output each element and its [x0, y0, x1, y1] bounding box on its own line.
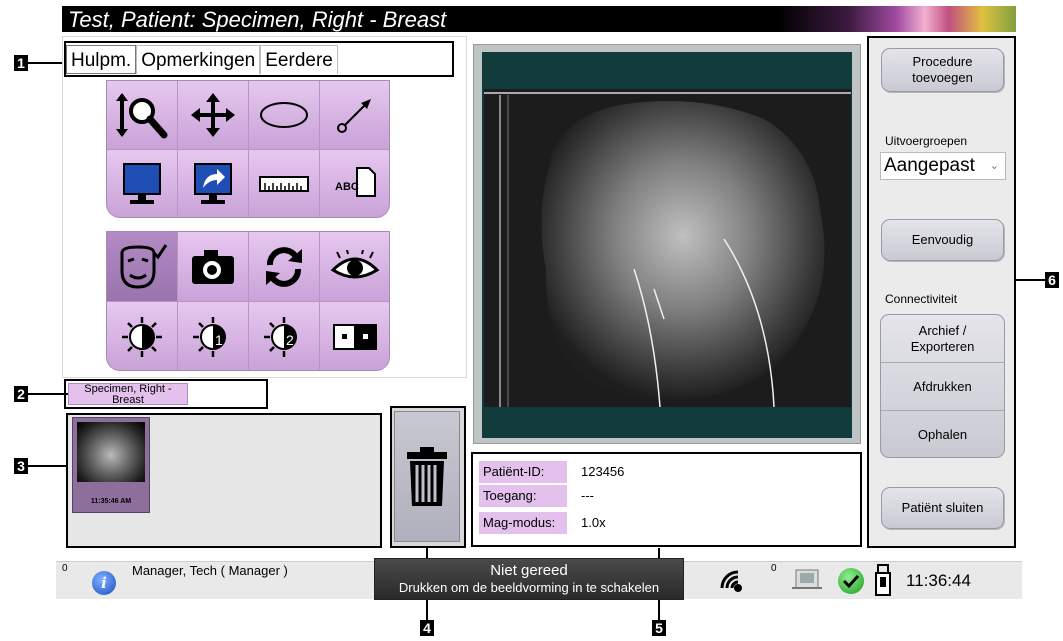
callout-6-line — [1016, 279, 1045, 281]
face-check-icon — [120, 243, 168, 289]
split-view-icon — [333, 323, 377, 350]
wireless-icon[interactable] — [716, 566, 746, 599]
contrast-1-tool[interactable]: 1 — [178, 302, 249, 370]
usb-device-icon[interactable] — [874, 563, 892, 602]
split-view-tool[interactable] — [320, 302, 389, 370]
delete-button[interactable] — [394, 411, 460, 542]
contrast-2-icon: 2 — [264, 316, 297, 357]
trash-icon — [407, 446, 447, 506]
queue-count: 0 — [771, 563, 777, 574]
ellipse-tool[interactable] — [249, 81, 320, 150]
callout-4: 4 — [420, 620, 434, 636]
print-button[interactable]: Afdrukken — [881, 363, 1004, 411]
connectivity-group: Archief / Exporteren Afdrukken Ophalen — [880, 314, 1005, 458]
ellipse-icon — [260, 102, 308, 128]
contrast-icon — [122, 316, 162, 357]
callout-1-line — [28, 62, 66, 64]
text-annotation-tool[interactable]: ABC — [320, 150, 389, 217]
callout-3: 3 — [14, 458, 28, 474]
flower-banner — [776, 6, 1016, 32]
monitor-tool[interactable] — [107, 150, 178, 217]
not-ready-button[interactable]: Niet gereed Drukken om de beeldvorming i… — [374, 558, 684, 600]
pan-icon — [191, 93, 235, 137]
text-annotation-label: ABC — [335, 181, 359, 193]
not-ready-label: Niet gereed — [490, 562, 568, 579]
mag-mode-value: 1.0x — [581, 515, 606, 530]
ruler-icon — [259, 176, 309, 192]
face-check-tool[interactable] — [107, 232, 178, 302]
contrast-1-icon: 1 — [193, 316, 226, 357]
arrow-icon — [337, 99, 371, 133]
send-to-monitor-tool[interactable] — [178, 150, 249, 217]
alerts-count: 0 — [62, 563, 68, 574]
contrast-2-digit: 2 — [286, 332, 294, 348]
simple-button[interactable]: Eenvoudig — [881, 219, 1004, 261]
monitor-icon — [123, 163, 161, 204]
title-bar: Test, Patient: Specimen, Right - Breast — [62, 6, 1016, 32]
image-thumbnail[interactable]: 11:35:46 AM — [72, 417, 150, 513]
patient-id-label: Patiënt-ID: — [479, 461, 567, 483]
contrast-tool[interactable] — [107, 302, 178, 370]
output-group-select[interactable]: Aangepast ⌄ — [880, 152, 1006, 180]
eye-icon — [330, 249, 380, 278]
tool-grid-1: ABC — [106, 80, 390, 218]
arrow-tool[interactable] — [320, 81, 389, 150]
rotate-tool[interactable] — [249, 232, 320, 302]
archive-export-button[interactable]: Archief / Exporteren — [881, 315, 1004, 363]
eye-tool[interactable] — [320, 232, 389, 302]
close-patient-button[interactable]: Patiënt sluiten — [881, 487, 1004, 529]
not-ready-hint: Drukken om de beeldvorming in te schakel… — [398, 580, 660, 595]
accession-value: --- — [581, 488, 594, 503]
callout-3-line — [28, 465, 66, 467]
patient-id-value: 123456 — [581, 464, 625, 479]
archive-export-label: Archief / Exporteren — [910, 322, 975, 354]
ruler-tool[interactable] — [249, 150, 320, 217]
zoom-tool[interactable] — [107, 81, 178, 150]
chevron-down-icon: ⌄ — [989, 160, 999, 172]
tool-grid-2: 1 2 — [106, 231, 390, 371]
mag-mode-label: Mag-modus: — [479, 512, 567, 534]
callout-2: 2 — [14, 386, 28, 402]
pan-tool[interactable] — [178, 81, 249, 150]
tab-notes[interactable]: Opmerkingen — [136, 45, 261, 74]
series-tab[interactable]: Specimen, Right - Breast — [68, 383, 188, 405]
info-icon[interactable]: i — [92, 571, 116, 595]
zoom-icon — [116, 93, 168, 139]
add-procedure-label: Procedure toevoegen — [912, 54, 973, 85]
retrieve-button[interactable]: Ophalen — [881, 411, 1004, 459]
contrast-2-tool[interactable]: 2 — [249, 302, 320, 370]
image-info-panel: Patiënt-ID: 123456 Toegang: --- Mag-modu… — [471, 452, 862, 547]
rotate-icon — [266, 246, 302, 287]
connectivity-label: Connectiviteit — [885, 292, 958, 306]
tab-prior[interactable]: Eerdere — [260, 45, 338, 74]
callout-1: 1 — [14, 55, 28, 71]
tab-tools[interactable]: Hulpm. — [66, 45, 137, 74]
add-procedure-button[interactable]: Procedure toevoegen — [881, 48, 1004, 92]
send-to-monitor-icon — [194, 163, 232, 204]
thumbnail-time: 11:35:46 AM — [90, 498, 132, 505]
contrast-1-digit: 1 — [215, 332, 223, 348]
camera-icon — [192, 249, 234, 284]
callout-6: 6 — [1045, 272, 1059, 288]
output-groups-label: Uitvoergroepen — [885, 134, 968, 148]
output-group-value: Aangepast — [884, 155, 975, 176]
camera-tool[interactable] — [178, 232, 249, 302]
thumbnail-image — [77, 422, 145, 482]
callout-2-line — [28, 393, 68, 395]
specimen-xray-image[interactable] — [484, 89, 851, 407]
tool-tabs: Hulpm. Opmerkingen Eerdere — [66, 43, 338, 75]
accession-label: Toegang: — [479, 485, 567, 507]
clock: 11:36:44 — [906, 571, 971, 590]
text-annotation-icon: ABC — [335, 167, 376, 197]
window-title: Test, Patient: Specimen, Right - Breast — [68, 7, 447, 32]
system-ok-icon[interactable] — [838, 568, 864, 594]
callout-5: 5 — [652, 620, 666, 636]
print-queue-icon[interactable] — [790, 568, 824, 597]
current-user[interactable]: Manager, Tech ( Manager ) — [132, 563, 288, 578]
